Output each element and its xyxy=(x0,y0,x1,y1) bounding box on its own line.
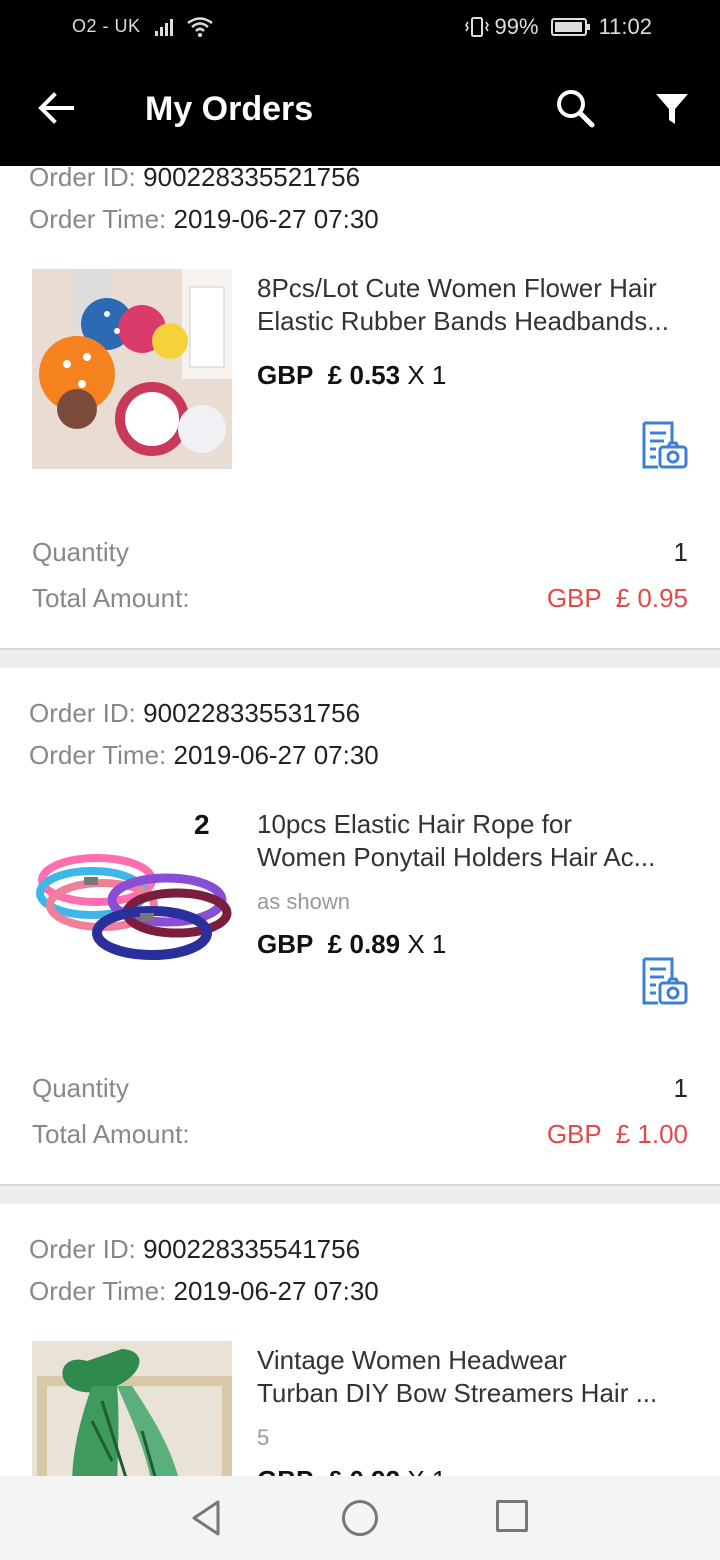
photo-review-icon[interactable] xyxy=(638,420,688,470)
order-time: 2019-06-27 07:30 xyxy=(173,1276,379,1306)
status-bar: O2 - UK 99% 11:02 xyxy=(0,0,720,56)
order-id-row: Order ID: 900228335531756 xyxy=(29,698,361,728)
order-id-row: Order ID: 900228335541756 xyxy=(29,1234,361,1264)
nav-recents-icon[interactable] xyxy=(496,1500,528,1532)
order-card[interactable]: Order ID: 900228335541756 Order Time: 20… xyxy=(0,1204,720,1476)
quantity-label: Quantity xyxy=(32,537,129,567)
price-row: GBP £ 0.53 X 1 xyxy=(257,360,447,390)
order-time-row: Order Time: 2019-06-27 07:30 xyxy=(29,204,379,234)
product-image[interactable] xyxy=(32,1341,232,1476)
back-arrow-icon[interactable] xyxy=(34,86,78,130)
clock: 11:02 xyxy=(598,14,652,39)
order-id-row: Order ID: 900228335521756 xyxy=(29,166,360,193)
nav-home-icon[interactable] xyxy=(342,1500,378,1536)
battery-icon xyxy=(550,18,590,36)
vibrate-icon xyxy=(464,17,489,37)
total-label: Total Amount: xyxy=(32,583,190,613)
order-card[interactable]: Order ID: 900228335521756 Order Time: 20… xyxy=(0,166,720,650)
wifi-icon xyxy=(186,16,213,37)
quantity-value: 1 xyxy=(673,537,688,567)
total-label: Total Amount: xyxy=(32,1119,190,1149)
variant-label: as shown xyxy=(257,889,350,914)
order-time-row: Order Time: 2019-06-27 07:30 xyxy=(29,1276,379,1306)
item-qty: X 1 xyxy=(407,1465,446,1476)
order-time: 2019-06-27 07:30 xyxy=(173,740,379,770)
order-id: 900228335521756 xyxy=(143,166,361,192)
product-image[interactable] xyxy=(32,269,232,469)
quantity-label: Quantity xyxy=(32,1073,129,1103)
image-badge: 2 xyxy=(194,809,210,840)
product-name[interactable]: Vintage Women Headwear Turban DIY Bow St… xyxy=(257,1344,697,1410)
battery-percent: 99% xyxy=(494,14,539,39)
item-qty: X 1 xyxy=(407,929,447,959)
carrier-label: O2 - UK xyxy=(72,16,141,36)
signal-icon xyxy=(154,18,173,36)
order-time-row: Order Time: 2019-06-27 07:30 xyxy=(29,740,379,770)
price-row: GBP £ 0.92 X 1 xyxy=(257,1465,446,1476)
nav-back-icon[interactable] xyxy=(188,1498,224,1538)
order-id: 900228335531756 xyxy=(143,698,361,728)
product-name[interactable]: 10pcs Elastic Hair Rope for Women Ponyta… xyxy=(257,808,697,874)
total-amount: GBP £ 0.95 xyxy=(546,583,688,613)
order-card[interactable]: Order ID: 900228335531756 Order Time: 20… xyxy=(0,668,720,1186)
product-image[interactable]: 2 xyxy=(32,805,232,1005)
total-amount: GBP £ 1.00 xyxy=(546,1119,688,1149)
order-list[interactable]: Order ID: 900228335521756 Order Time: 20… xyxy=(0,166,720,1476)
photo-review-icon[interactable] xyxy=(638,956,688,1006)
search-icon[interactable] xyxy=(553,86,597,130)
unit-price: £ 0.92 xyxy=(328,1465,400,1476)
unit-price: £ 0.89 xyxy=(327,929,401,959)
quantity-value: 1 xyxy=(673,1073,688,1103)
variant-label: 5 xyxy=(257,1425,270,1450)
unit-price: £ 0.53 xyxy=(327,360,401,390)
page-title: My Orders xyxy=(145,90,314,128)
item-qty: X 1 xyxy=(407,360,447,390)
app-bar: My Orders xyxy=(0,56,720,166)
order-id: 900228335541756 xyxy=(143,1234,361,1264)
filter-icon[interactable] xyxy=(652,88,692,128)
price-row: GBP £ 0.89 X 1 xyxy=(257,929,447,959)
system-nav-bar xyxy=(0,1476,720,1560)
product-name[interactable]: 8Pcs/Lot Cute Women Flower Hair Elastic … xyxy=(257,272,697,338)
order-time: 2019-06-27 07:30 xyxy=(173,204,379,234)
